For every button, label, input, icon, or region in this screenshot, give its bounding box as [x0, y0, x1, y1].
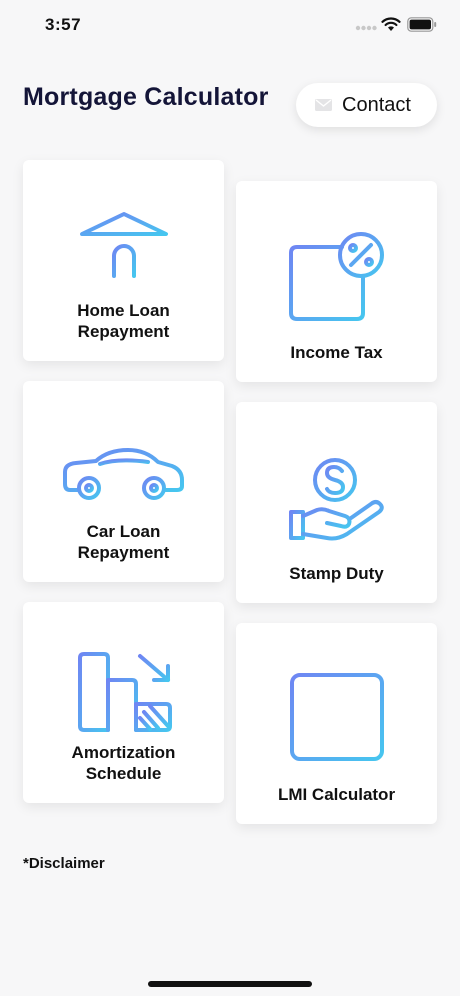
amortization-label-line2: Schedule — [85, 764, 162, 783]
car-loan-label-line1: Car Loan — [86, 522, 161, 541]
contact-button[interactable]: Contact — [296, 83, 437, 127]
car-icon — [62, 448, 184, 500]
mail-icon — [315, 99, 332, 111]
hand-coin-icon — [288, 458, 384, 541]
battery-icon — [407, 17, 437, 32]
screen: 3:57 Mortgage Calculator Contact Home Lo… — [0, 0, 460, 996]
disclaimer-link[interactable]: *Disclaimer — [23, 855, 105, 872]
income-tax-card[interactable]: Income Tax — [236, 181, 437, 382]
amortization-label: Amortization Schedule — [23, 742, 224, 784]
home-loan-label: Home Loan Repayment — [23, 300, 224, 342]
stamp-duty-label: Stamp Duty — [289, 564, 384, 583]
wifi-icon — [381, 17, 401, 31]
status-bar: 3:57 — [0, 0, 460, 50]
car-loan-repayment-card[interactable]: Car Loan Repayment — [23, 381, 224, 582]
lmi-calculator-card[interactable]: LMI Calculator — [236, 623, 437, 824]
declining-chart-icon — [77, 652, 172, 732]
bank-icon — [75, 212, 172, 288]
amortization-label-line1: Amortization — [71, 743, 176, 762]
income-tax-label: Income Tax — [290, 343, 383, 362]
contact-label: Contact — [342, 94, 411, 116]
amortization-schedule-card[interactable]: Amortization Schedule — [23, 602, 224, 803]
home-loan-label-line1: Home Loan — [77, 301, 170, 320]
home-loan-repayment-card[interactable]: Home Loan Repayment — [23, 160, 224, 361]
lmi-calculator-label: LMI Calculator — [277, 785, 396, 804]
status-time: 3:57 — [45, 15, 82, 34]
car-loan-label-line2: Repayment — [77, 543, 170, 562]
page-title: Mortgage Calculator — [23, 83, 269, 111]
cellular-dots-icon — [355, 25, 377, 31]
home-loan-label-line2: Repayment — [77, 322, 170, 341]
car-loan-label: Car Loan Repayment — [23, 521, 224, 563]
stamp-duty-card[interactable]: Stamp Duty — [236, 402, 437, 603]
home-indicator[interactable] — [148, 981, 312, 987]
tax-percent-icon — [288, 232, 384, 321]
calculator-icon — [289, 673, 384, 761]
